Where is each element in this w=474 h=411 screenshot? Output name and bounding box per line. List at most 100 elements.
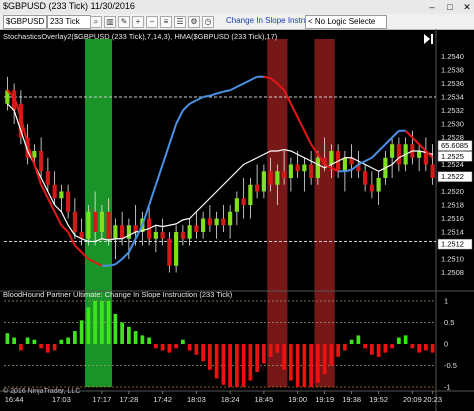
slope-bar	[235, 344, 239, 387]
slope-bar	[12, 337, 16, 344]
slope-bar	[356, 335, 361, 344]
slope-bar	[268, 344, 273, 357]
indicator-tick-label: 0.5	[444, 318, 454, 327]
hma-segment	[249, 75, 258, 82]
candle-body	[32, 151, 37, 158]
candle-body	[214, 218, 219, 226]
candle-body	[315, 157, 320, 178]
hma-segment	[53, 211, 63, 226]
indicator-tick-label: -0.5	[444, 361, 457, 370]
slope-bar	[289, 344, 293, 381]
window-title: $GBPUSD (233 Tick) 11/30/2016	[3, 1, 135, 11]
price-tick-label: 1.2514	[441, 228, 464, 237]
time-tick-label: 19:52	[369, 395, 388, 404]
slope-bar	[52, 344, 57, 351]
candle-body	[309, 164, 314, 178]
hma-segment	[202, 94, 211, 98]
price-tick-label: 1.2538	[441, 66, 464, 75]
candle-body	[241, 198, 246, 205]
properties-icon[interactable]: ≡	[160, 16, 172, 28]
slope-bar	[228, 344, 232, 387]
slope-bar	[370, 344, 374, 355]
candle-body	[288, 164, 293, 178]
price-marker-label: 65.6085	[441, 141, 468, 150]
minimize-button[interactable]: –	[424, 1, 440, 13]
slope-bar	[79, 320, 84, 344]
list-icon[interactable]: ☰	[174, 16, 186, 28]
price-tick-label: 1.2520	[441, 187, 464, 196]
clock-icon[interactable]: ◷	[202, 16, 214, 28]
hma-segment	[46, 197, 56, 213]
candle-body	[106, 211, 111, 239]
slope-bar	[32, 339, 37, 344]
window-titlebar: $GBPUSD (233 Tick) 11/30/2016 – □ ✕	[0, 0, 474, 14]
candle-body	[342, 157, 347, 172]
slope-bar	[93, 301, 97, 344]
slope-bar	[25, 337, 30, 344]
candle-body	[45, 171, 50, 185]
time-tick-label: 17:17	[92, 395, 111, 404]
chart-canvas[interactable]: 1.2508 1.2510 1.2512 1.2514 1.2516 1.2518 1.25…	[0, 29, 474, 411]
time-tick-label: 19:38	[342, 395, 361, 404]
hma-segment	[289, 103, 299, 118]
zoom-out-icon[interactable]: −	[146, 16, 158, 28]
slope-bar	[66, 337, 70, 344]
hma-segment	[161, 143, 171, 165]
close-button[interactable]: ✕	[459, 1, 474, 13]
slope-bar	[282, 344, 286, 370]
price-panel-title: StochasticsOverlay2($GBPUSD (233 Tick),7…	[3, 32, 278, 41]
signal-zone	[314, 39, 335, 387]
time-tick-label: 20:09	[403, 395, 422, 404]
scroll-right-icon[interactable]	[424, 34, 433, 44]
hma-segment	[209, 92, 217, 97]
candle-body	[167, 238, 172, 266]
search-icon[interactable]: ⌕	[90, 16, 102, 28]
slope-bar	[127, 326, 131, 344]
candle-body	[66, 191, 71, 212]
hma-segment	[236, 82, 245, 88]
slope-bar	[106, 301, 111, 344]
candle-body	[133, 225, 138, 232]
strategy-icon[interactable]: ⚙	[188, 16, 200, 28]
maximize-button[interactable]: □	[442, 1, 458, 13]
interval-selector[interactable]: 233 Tick	[47, 15, 91, 29]
candle-body	[221, 218, 226, 226]
candle-body	[248, 184, 253, 205]
hma-segment	[60, 224, 69, 233]
time-tick-label: 17:03	[52, 395, 71, 404]
candle-body	[396, 144, 401, 165]
candle-body	[261, 171, 266, 192]
price-tick-label: 1.2530	[441, 120, 464, 129]
slope-bar	[59, 339, 64, 344]
logic-select[interactable]: < No Logic Selecte	[305, 15, 387, 29]
hma-segment	[384, 136, 393, 145]
candle-body	[93, 211, 98, 232]
price-tick-label: 1.2516	[441, 214, 464, 223]
hma-segment	[418, 143, 427, 152]
zoom-in-icon[interactable]: +	[132, 16, 144, 28]
slope-bar	[322, 344, 327, 375]
slope-bar	[160, 344, 165, 351]
pencil-icon[interactable]: ✎	[118, 16, 130, 28]
candle-body	[255, 184, 260, 192]
hma-segment	[243, 79, 251, 85]
candle-body	[363, 171, 368, 185]
slope-bar	[329, 344, 334, 366]
candle-body	[52, 184, 57, 199]
indicator-panel-title: BloodHound Partner Ultimate: Change In S…	[3, 290, 233, 299]
bar-chart-icon[interactable]: ▥	[104, 16, 116, 28]
candle-body	[99, 211, 104, 232]
slope-bar	[349, 339, 354, 344]
price-marker-label: 1.2525	[441, 152, 464, 161]
slope-bar	[174, 344, 178, 349]
slope-bar	[154, 344, 158, 349]
candle-body	[86, 211, 91, 239]
candle-body	[201, 218, 206, 232]
instrument-selector[interactable]: $GBPUSD	[3, 15, 47, 29]
indicator-tick-label: 0	[444, 340, 448, 349]
hma-segment	[108, 263, 116, 267]
slope-bar	[181, 339, 185, 344]
hma-segment	[40, 184, 49, 199]
time-tick-label: 19:00	[288, 395, 307, 404]
candle-body	[430, 164, 435, 178]
